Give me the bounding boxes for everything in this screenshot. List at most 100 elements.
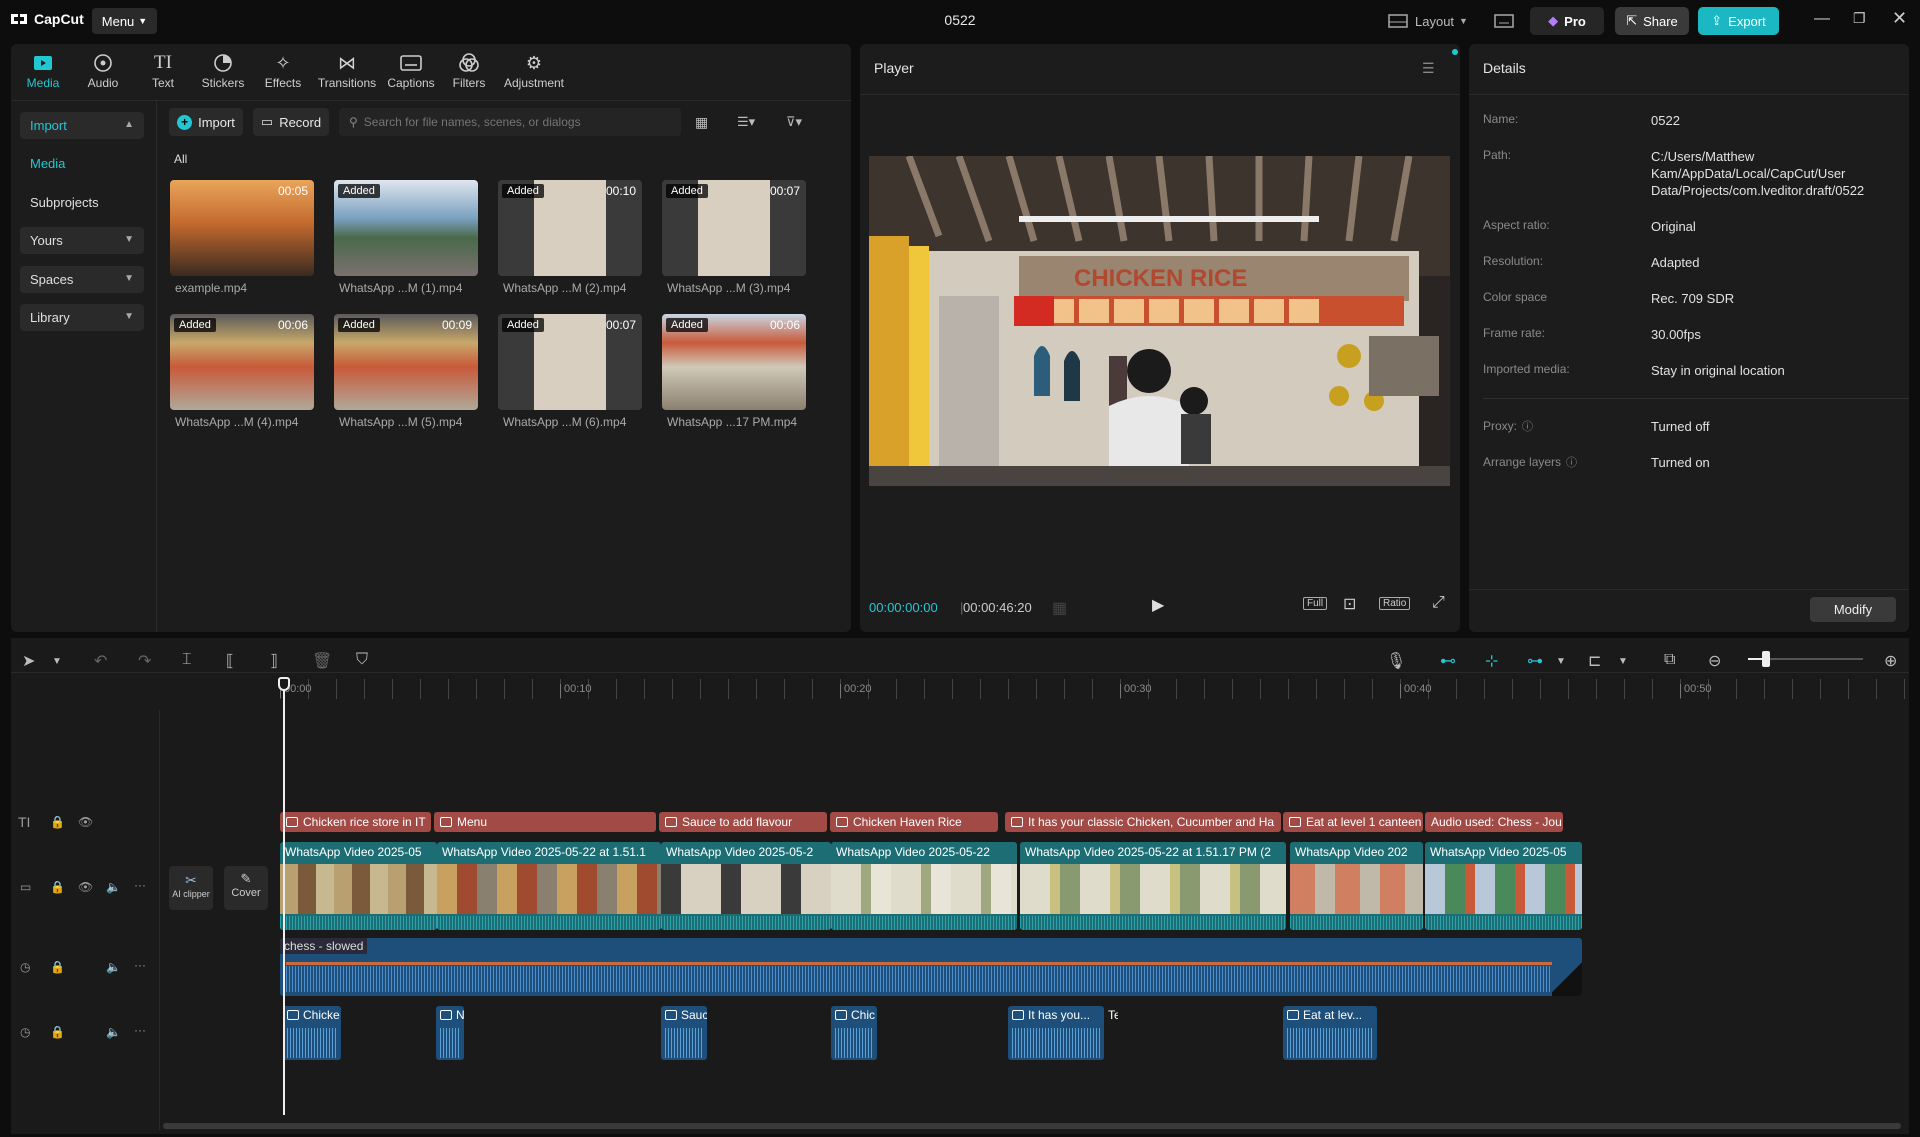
filter-all[interactable]: All bbox=[174, 152, 187, 166]
media-thumbnail[interactable]: Added 00:06 bbox=[170, 314, 314, 410]
tab-media[interactable]: Media bbox=[15, 52, 71, 90]
zoom-in-icon[interactable]: ⊕ bbox=[1884, 651, 1897, 671]
tts-clip[interactable]: Eat at lev... bbox=[1283, 1006, 1377, 1060]
screenshot-icon[interactable]: ⊡ bbox=[1343, 594, 1356, 614]
zoom-out-icon[interactable]: ⊖ bbox=[1708, 651, 1721, 671]
close-button[interactable]: ✕ bbox=[1892, 8, 1907, 29]
sidebar-item-yours[interactable]: Yours ▼ bbox=[20, 227, 144, 254]
video-clip[interactable]: WhatsApp Video 2025-05-2 bbox=[661, 842, 831, 930]
playhead-line[interactable] bbox=[283, 690, 285, 1115]
cover-button[interactable]: ✎ Cover bbox=[224, 866, 268, 910]
text-clip[interactable]: Eat at level 1 canteen bbox=[1283, 812, 1423, 832]
tab-effects[interactable]: ✧ Effects bbox=[255, 52, 311, 91]
tts-clip[interactable]: Te bbox=[1104, 1006, 1118, 1060]
media-thumbnail[interactable]: 00:05 bbox=[170, 180, 314, 276]
video-clip[interactable]: WhatsApp Video 2025-05 bbox=[1425, 842, 1582, 930]
lock-icon[interactable]: 🔒 bbox=[50, 960, 65, 974]
sidebar-item-library[interactable]: Library ▼ bbox=[20, 304, 144, 331]
import-button[interactable]: + Import bbox=[169, 108, 243, 136]
audio-clip[interactable]: chess - slowed bbox=[280, 938, 1582, 996]
video-clip[interactable]: WhatsApp Video 202 bbox=[1290, 842, 1423, 930]
timeline-scrollbar[interactable] bbox=[163, 1123, 1901, 1129]
eye-icon[interactable]: 👁 bbox=[78, 880, 93, 894]
lock-icon[interactable]: 🔒 bbox=[50, 880, 65, 894]
split-icon[interactable]: ⌶ bbox=[182, 651, 192, 669]
media-thumbnail[interactable]: Added 00:07 bbox=[662, 180, 806, 276]
info-icon[interactable]: ⓘ bbox=[1566, 457, 1577, 469]
microphone-icon[interactable]: 🎙 bbox=[1386, 651, 1406, 671]
modify-button[interactable]: Modify bbox=[1810, 597, 1896, 622]
filter-icon[interactable]: ⊽▾ bbox=[786, 114, 802, 130]
minimize-button[interactable]: — bbox=[1814, 10, 1830, 28]
speaker-icon[interactable]: 🔈 bbox=[106, 1025, 121, 1039]
chevron-down-icon[interactable]: ▼ bbox=[52, 656, 62, 667]
video-preview[interactable]: CHICKEN RICE bbox=[869, 156, 1450, 486]
shortcut-button[interactable] bbox=[1494, 8, 1514, 34]
pro-button[interactable]: ◆ Pro bbox=[1530, 7, 1604, 35]
grid-view-icon[interactable]: ▦ bbox=[695, 114, 708, 131]
full-button[interactable]: Full bbox=[1303, 597, 1328, 610]
lock-icon[interactable]: 🔒 bbox=[50, 815, 65, 829]
text-clip[interactable]: Chicken rice store in IT bbox=[280, 812, 431, 832]
tts-clip[interactable]: Sauc bbox=[661, 1006, 707, 1060]
ai-clipper-button[interactable]: ✂ AI clipper bbox=[169, 866, 213, 910]
timeline-ruler[interactable] bbox=[280, 679, 1909, 699]
tab-transitions[interactable]: ⋈ Transitions bbox=[313, 52, 381, 91]
main-track-magnet-icon[interactable]: ⊷ bbox=[1440, 651, 1456, 671]
menu-button[interactable]: Menu ▼ bbox=[92, 8, 157, 34]
sidebar-item-subprojects[interactable]: Subprojects bbox=[20, 189, 144, 216]
video-clip[interactable]: WhatsApp Video 2025-05-22 bbox=[831, 842, 1017, 930]
volume-line[interactable] bbox=[286, 962, 1552, 965]
redo-icon[interactable]: ↷ bbox=[138, 651, 151, 671]
play-button[interactable]: ▶ bbox=[1152, 595, 1164, 615]
media-thumbnail[interactable]: Added bbox=[334, 180, 478, 276]
video-clip[interactable]: WhatsApp Video 2025-05-22 at 1.51.17 PM … bbox=[1020, 842, 1286, 930]
shield-icon[interactable]: ⛉ bbox=[356, 651, 368, 669]
linkage-icon[interactable]: ⊶ bbox=[1527, 651, 1543, 671]
split-left-icon[interactable]: ⟦ bbox=[226, 651, 234, 671]
export-button[interactable]: ⇪ Export bbox=[1698, 7, 1779, 35]
sidebar-item-media[interactable]: Media bbox=[20, 150, 144, 177]
chevron-down-icon[interactable]: ▼ bbox=[1618, 656, 1628, 667]
playhead-handle[interactable] bbox=[278, 677, 290, 691]
text-clip[interactable]: Audio used: Chess - Jou bbox=[1425, 812, 1563, 832]
layout-button[interactable]: Layout ▼ bbox=[1388, 8, 1468, 34]
tab-stickers[interactable]: Stickers bbox=[195, 52, 251, 90]
media-thumbnail[interactable]: Added 00:06 bbox=[662, 314, 806, 410]
zoom-slider-handle[interactable] bbox=[1762, 651, 1770, 667]
sort-icon[interactable]: ☰▾ bbox=[737, 114, 755, 130]
tts-clip[interactable]: Chicke bbox=[283, 1006, 341, 1060]
tab-adjustment[interactable]: ⚙ Adjustment bbox=[499, 52, 569, 91]
eye-icon[interactable]: 👁 bbox=[78, 815, 93, 829]
sidebar-item-spaces[interactable]: Spaces ▼ bbox=[20, 266, 144, 293]
more-icon[interactable]: ··· bbox=[134, 1023, 146, 1037]
text-clip[interactable]: It has your classic Chicken, Cucumber an… bbox=[1005, 812, 1281, 832]
media-search[interactable]: ⚲ bbox=[339, 108, 681, 136]
tab-captions[interactable]: Captions bbox=[383, 52, 439, 90]
speaker-icon[interactable]: 🔈 bbox=[106, 960, 121, 974]
hamburger-icon[interactable]: ☰ bbox=[1422, 60, 1435, 77]
media-thumbnail[interactable]: Added 00:09 bbox=[334, 314, 478, 410]
timecode-grid-icon[interactable]: ▦ bbox=[1052, 598, 1067, 618]
text-clip[interactable]: Menu bbox=[434, 812, 656, 832]
text-clip[interactable]: Chicken Haven Rice bbox=[830, 812, 998, 832]
more-icon[interactable]: ··· bbox=[134, 878, 146, 892]
tab-audio[interactable]: Audio bbox=[75, 52, 131, 90]
tts-clip[interactable]: It has you... bbox=[1008, 1006, 1104, 1060]
search-input[interactable] bbox=[363, 115, 674, 129]
sidebar-item-import[interactable]: Import ▲ bbox=[20, 112, 144, 139]
preview-axis-icon[interactable]: ⊏ bbox=[1588, 651, 1601, 671]
video-clip[interactable]: WhatsApp Video 2025-05-22 at 1.51.1 bbox=[437, 842, 661, 930]
media-thumbnail[interactable]: Added 00:10 bbox=[498, 180, 642, 276]
chevron-down-icon[interactable]: ▼ bbox=[1556, 656, 1566, 667]
fullscreen-icon[interactable]: ⤢ bbox=[1432, 594, 1445, 612]
auto-snap-icon[interactable]: ⊹ bbox=[1485, 651, 1498, 671]
ratio-button[interactable]: Ratio bbox=[1379, 597, 1411, 610]
share-button[interactable]: ⇱ Share bbox=[1615, 7, 1689, 35]
delete-icon[interactable]: 🗑 bbox=[312, 651, 332, 671]
lock-icon[interactable]: 🔒 bbox=[50, 1025, 65, 1039]
tts-clip[interactable]: N bbox=[436, 1006, 464, 1060]
tab-text[interactable]: TI Text bbox=[135, 52, 191, 90]
fit-timeline-icon[interactable]: ⧉ bbox=[1664, 651, 1675, 669]
maximize-button[interactable]: ❐ bbox=[1853, 10, 1866, 27]
